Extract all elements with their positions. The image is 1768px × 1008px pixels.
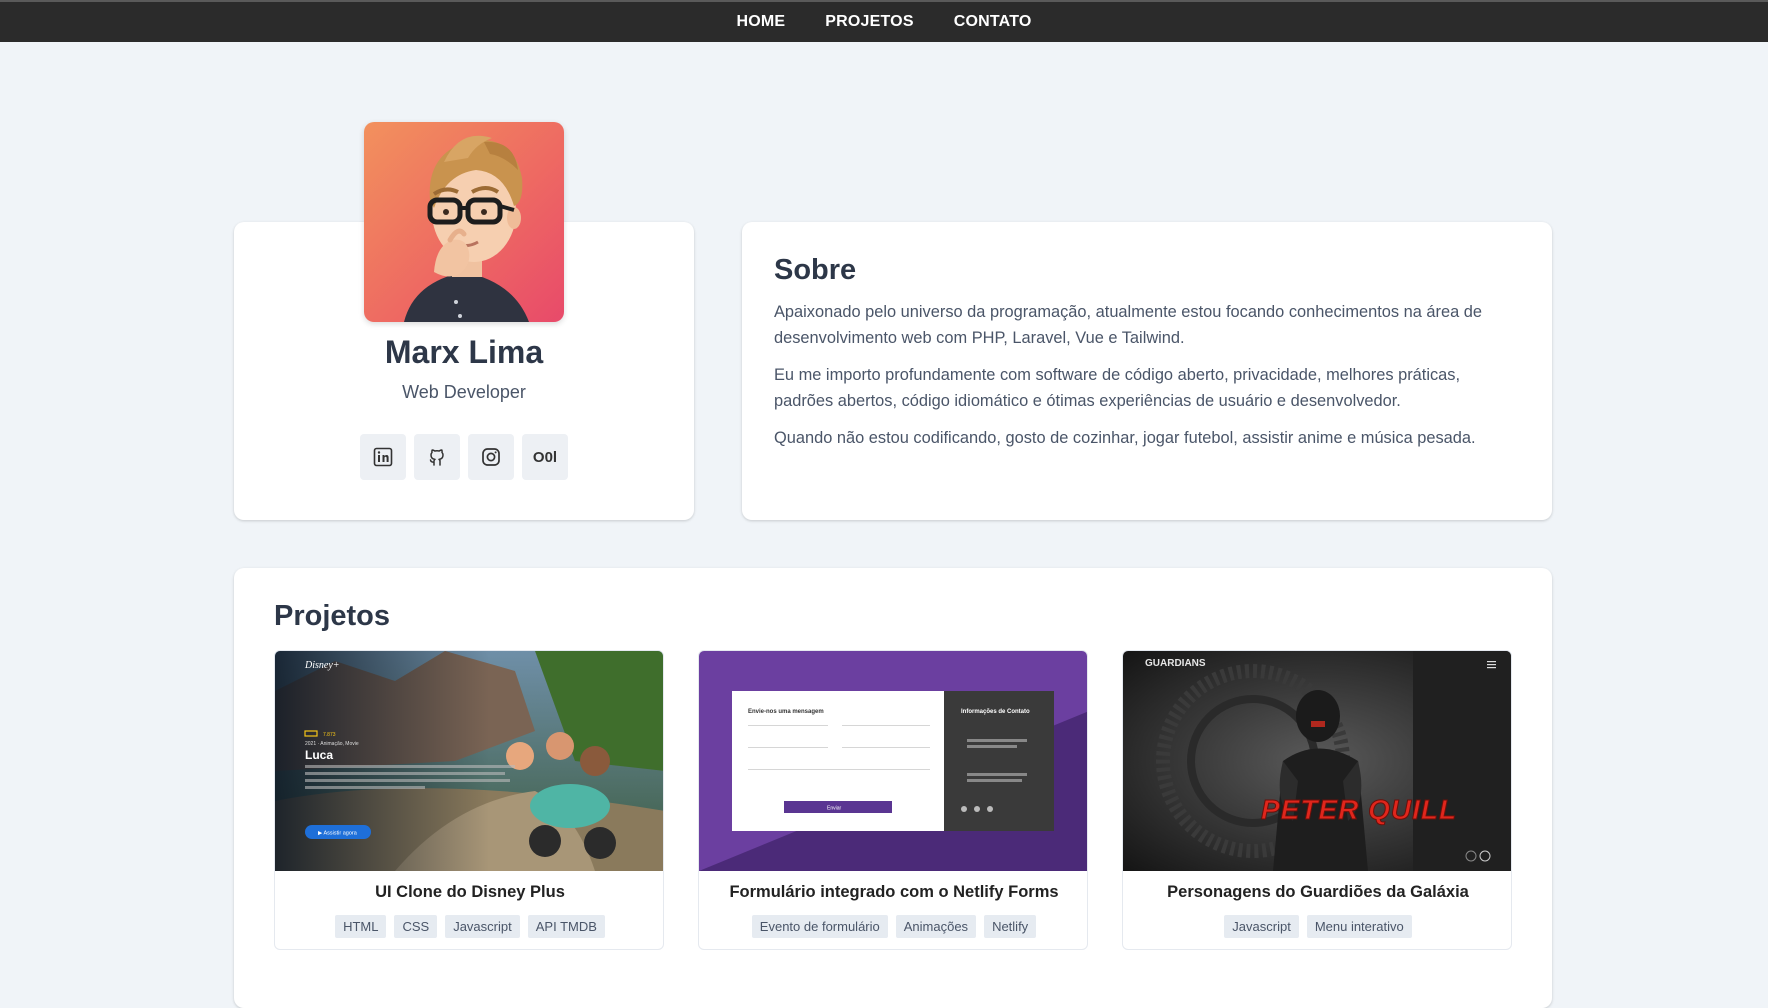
profile-role: Web Developer (402, 382, 526, 402)
project-title: UI Clone do Disney Plus (375, 883, 565, 901)
project-tag: API TMDB (527, 915, 605, 938)
svg-text:7.873: 7.873 (323, 732, 336, 738)
nav-home-link[interactable]: HOME (736, 13, 785, 31)
disney-thumbnail-image: Disney+ 7.873 2021 · Animação, Movie Luc… (275, 651, 663, 871)
project-tags: Javascript Menu interativo (1123, 915, 1511, 938)
projects-title: Projetos (274, 600, 391, 632)
linkedin-icon (373, 447, 393, 467)
project-card-guardians[interactable]: GUARDIANS PETER QUILL Personagens do Gua… (1122, 650, 1512, 950)
about-title: Sobre (774, 254, 857, 286)
project-card-disney[interactable]: Disney+ 7.873 2021 · Animação, Movie Luc… (274, 650, 664, 950)
project-thumbnail: Envie-nos uma mensagem Informações de Co… (699, 651, 1087, 871)
about-paragraph: Eu me importo profundamente com software… (774, 366, 1461, 410)
project-tag: Netlify (984, 915, 1037, 938)
instagram-button[interactable] (468, 434, 514, 480)
guardians-thumbnail-image: GUARDIANS PETER QUILL (1123, 651, 1511, 871)
instagram-icon (482, 448, 500, 466)
svg-text:Luca: Luca (305, 748, 333, 762)
projects-card: Projetos Disney+ 7.873 2021 · Animação, … (234, 568, 1552, 1008)
netlify-form-thumbnail-image: Envie-nos uma mensagem Informações de Co… (699, 651, 1087, 871)
project-tag: Menu interativo (1306, 915, 1412, 938)
codepen-icon: O0l (532, 448, 558, 466)
github-icon (429, 449, 444, 466)
project-title: Personagens do Guardiões da Galáxia (1167, 883, 1469, 901)
nav-contato-link[interactable]: CONTATO (954, 13, 1032, 31)
guardians-logo: GUARDIANS (1145, 658, 1206, 669)
project-tag: Evento de formulário (751, 915, 888, 938)
top-navbar: HOME PROJETOS CONTATO (0, 0, 1768, 42)
svg-text:Enviar: Enviar (827, 806, 842, 812)
project-tag: CSS (394, 915, 438, 938)
project-tag: Javascript (1224, 915, 1299, 938)
profile-name: Marx Lima (384, 334, 544, 370)
svg-text:2021 · Animação, Movie: 2021 · Animação, Movie (305, 741, 359, 747)
nav-projetos-link[interactable]: PROJETOS (825, 13, 913, 31)
project-thumbnail: Disney+ 7.873 2021 · Animação, Movie Luc… (275, 651, 663, 871)
linkedin-button[interactable] (360, 434, 406, 480)
avatar (364, 122, 564, 322)
about-paragraph: Apaixonado pelo universo da programação,… (774, 303, 1483, 347)
svg-text:Envie-nos uma mensagem: Envie-nos uma mensagem (748, 709, 824, 715)
project-tag: HTML (335, 915, 387, 938)
project-title: Formulário integrado com o Netlify Forms (729, 883, 1059, 901)
about-paragraph: Quando não estou codificando, gosto de c… (774, 429, 1476, 447)
project-tag: Animações (895, 915, 977, 938)
svg-text:PETER QUILL: PETER QUILL (1261, 794, 1457, 825)
project-tags: HTML CSS Javascript API TMDB (275, 915, 663, 938)
social-links: O0l (360, 434, 568, 480)
github-button[interactable] (414, 434, 460, 480)
svg-text:Informações de Contato: Informações de Contato (961, 709, 1030, 715)
about-card: Sobre Apaixonado pelo universo da progra… (742, 222, 1552, 520)
svg-text:▶ Assistir agora: ▶ Assistir agora (318, 831, 358, 837)
project-thumbnail: GUARDIANS PETER QUILL (1123, 651, 1511, 871)
project-tag: Javascript (445, 915, 520, 938)
avatar-illustration (404, 135, 529, 322)
disney-logo: Disney+ (304, 660, 340, 671)
project-card-netlify[interactable]: Envie-nos uma mensagem Informações de Co… (698, 650, 1088, 950)
codepen-button[interactable]: O0l (522, 434, 568, 480)
project-tags: Evento de formulário Animações Netlify (699, 915, 1087, 938)
